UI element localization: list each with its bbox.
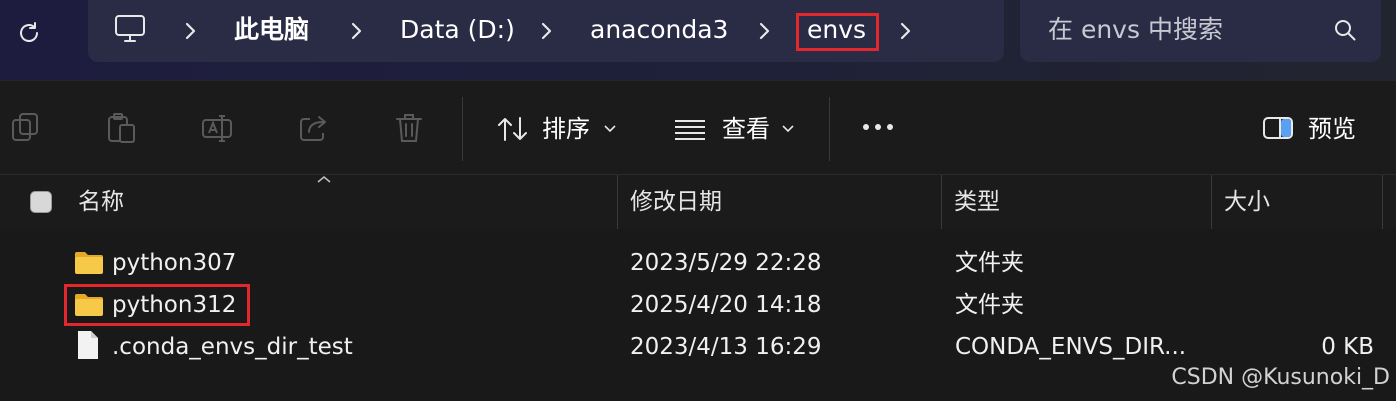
column-resize-handle[interactable] <box>1382 175 1383 229</box>
view-list-icon <box>675 120 705 140</box>
rename-icon[interactable] <box>200 111 234 145</box>
chevron-right-icon[interactable] <box>758 20 772 42</box>
delete-icon[interactable] <box>392 111 426 145</box>
sort-ascending-icon <box>317 175 331 183</box>
share-icon[interactable] <box>297 111 331 145</box>
chevron-right-icon[interactable] <box>540 20 554 42</box>
refresh-icon <box>20 22 38 42</box>
copy-icon[interactable] <box>9 111 43 145</box>
file-date: 2025/4/20 14:18 <box>630 292 822 318</box>
monitor-icon[interactable] <box>114 14 146 44</box>
file-row[interactable]: .conda_envs_dir_test 2023/4/13 16:29 CON… <box>0 326 1396 368</box>
view-label: 查看 <box>722 115 770 143</box>
search-placeholder[interactable]: 在 envs 中搜索 <box>1048 13 1223 47</box>
chevron-down-icon <box>604 125 616 133</box>
refresh-button[interactable] <box>10 14 46 50</box>
toolbar-separator <box>829 97 830 161</box>
folder-icon <box>75 252 103 274</box>
column-resize-handle[interactable] <box>617 175 618 229</box>
more-icon <box>863 124 893 130</box>
file-row[interactable]: python312 2025/4/20 14:18 文件夹 <box>0 284 1396 326</box>
chevron-right-icon[interactable] <box>350 20 364 42</box>
address-bar[interactable]: 此电脑 Data (D:) anaconda3 envs <box>88 0 1004 62</box>
folder-icon <box>75 294 103 316</box>
chevron-down-icon <box>782 125 794 133</box>
file-type: 文件夹 <box>955 250 1024 276</box>
search-box[interactable]: 在 envs 中搜索 <box>1020 0 1381 62</box>
file-date: 2023/4/13 16:29 <box>630 334 822 360</box>
view-button[interactable]: 查看 <box>672 109 802 149</box>
sort-label: 排序 <box>542 115 590 143</box>
file-type: CONDA_ENVS_DIR... <box>955 334 1187 360</box>
file-icon <box>78 331 98 359</box>
column-date-header[interactable]: 修改日期 <box>630 187 722 217</box>
file-name: .conda_envs_dir_test <box>112 334 353 360</box>
file-size: 0 KB <box>1321 334 1374 360</box>
sort-icon <box>498 117 527 141</box>
column-name-header[interactable]: 名称 <box>78 187 124 217</box>
preview-pane-icon <box>1263 117 1293 139</box>
column-header: 名称 修改日期 类型 大小 <box>0 174 1396 229</box>
file-name: python307 <box>112 250 237 276</box>
select-all-checkbox[interactable] <box>30 191 52 213</box>
file-date: 2023/5/29 22:28 <box>630 250 822 276</box>
file-name: python312 <box>112 292 237 318</box>
more-button[interactable] <box>858 109 902 149</box>
breadcrumb-this-pc[interactable]: 此电脑 <box>234 13 309 47</box>
chevron-right-icon[interactable] <box>184 20 198 42</box>
breadcrumb-data-drive[interactable]: Data (D:) <box>400 13 515 47</box>
file-type: 文件夹 <box>955 292 1024 318</box>
column-resize-handle[interactable] <box>1211 175 1212 229</box>
column-size-header[interactable]: 大小 <box>1224 187 1270 217</box>
column-type-header[interactable]: 类型 <box>954 187 1000 217</box>
preview-button[interactable]: 预览 <box>1260 109 1370 149</box>
chevron-right-icon[interactable] <box>899 20 913 42</box>
command-bar: 排序 查看 预览 <box>0 80 1396 175</box>
column-resize-handle[interactable] <box>941 175 942 229</box>
breadcrumb-envs[interactable]: envs <box>807 13 866 47</box>
search-icon[interactable] <box>1333 18 1357 42</box>
paste-icon[interactable] <box>104 111 138 145</box>
address-row: 此电脑 Data (D:) anaconda3 envs 在 envs 中搜索 <box>0 0 1396 80</box>
toolbar-separator <box>462 97 463 161</box>
breadcrumb-anaconda3[interactable]: anaconda3 <box>590 13 728 47</box>
sort-button[interactable]: 排序 <box>492 109 622 149</box>
preview-label: 预览 <box>1308 115 1356 143</box>
file-row[interactable]: python307 2023/5/29 22:28 文件夹 <box>0 242 1396 284</box>
watermark: CSDN @Kusunoki_D <box>1171 365 1390 390</box>
